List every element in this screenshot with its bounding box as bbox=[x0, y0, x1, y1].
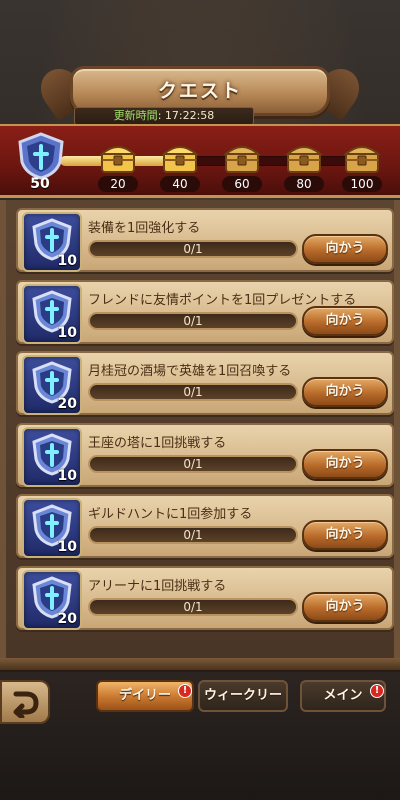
quest-progress-text: 0/1 bbox=[183, 528, 203, 542]
milestone-label-1: 40 bbox=[160, 176, 200, 192]
chest-icon bbox=[285, 146, 323, 173]
milestone-chest-4[interactable] bbox=[342, 138, 382, 176]
quest-reward-badge: 20 bbox=[22, 570, 82, 630]
quest-reward-badge: 10 bbox=[22, 498, 82, 558]
quest-progress-text: 0/1 bbox=[183, 385, 203, 399]
reward-count: 10 bbox=[57, 539, 77, 555]
quest-reward-badge: 10 bbox=[22, 284, 82, 344]
chest-icon bbox=[99, 146, 137, 173]
quest-title: アリーナに1回挑戦する bbox=[88, 579, 227, 594]
chest-icon bbox=[161, 146, 199, 173]
quest-row: 10 フレンドに友情ポイントを1回プレゼントする 0/1 向かう bbox=[16, 280, 394, 344]
quest-reward-badge: 20 bbox=[22, 355, 82, 415]
reward-count: 10 bbox=[57, 468, 77, 484]
chest-icon bbox=[343, 146, 381, 173]
go-button[interactable]: 向かう bbox=[302, 377, 388, 407]
refresh-timer: 更新時間: 17:22:58 bbox=[74, 107, 254, 125]
timer-value: : 17:22:58 bbox=[157, 109, 215, 122]
quest-progress-bar: 0/1 bbox=[88, 455, 298, 473]
go-button[interactable]: 向かう bbox=[302, 520, 388, 550]
milestone-chest-0[interactable] bbox=[98, 138, 138, 176]
quest-progress-bar: 0/1 bbox=[88, 312, 298, 330]
go-button[interactable]: 向かう bbox=[302, 449, 388, 479]
quest-progress-bar: 0/1 bbox=[88, 383, 298, 401]
quest-title: 装備を1回強化する bbox=[88, 221, 201, 236]
level-number: 50 bbox=[30, 176, 50, 192]
reward-count: 20 bbox=[57, 396, 77, 412]
quest-progress-text: 0/1 bbox=[183, 457, 203, 471]
quest-progress-bar: 0/1 bbox=[88, 526, 298, 544]
milestone-chest-2[interactable] bbox=[222, 138, 262, 176]
quest-title: 王座の塔に1回挑戦する bbox=[88, 436, 227, 451]
reward-count: 20 bbox=[57, 611, 77, 627]
milestone-label-4: 100 bbox=[342, 176, 382, 192]
alert-badge: ! bbox=[370, 684, 384, 698]
go-button[interactable]: 向かう bbox=[302, 234, 388, 264]
quest-row: 20 月桂冠の酒場で英雄を1回召喚する 0/1 向かう bbox=[16, 351, 394, 415]
quest-list: 10 装備を1回強化する 0/1 向かう 10 フレンドに友情ポイントを1回プレゼントする… bbox=[0, 200, 400, 658]
quest-progress-bar: 0/1 bbox=[88, 240, 298, 258]
level-badge bbox=[16, 132, 66, 180]
quest-row: 20 アリーナに1回挑戦する 0/1 向かう bbox=[16, 566, 394, 630]
back-button[interactable] bbox=[0, 680, 50, 724]
milestone-chest-3[interactable] bbox=[284, 138, 324, 176]
quest-row: 10 ギルドハントに1回参加する 0/1 向かう bbox=[16, 494, 394, 558]
quest-progress-text: 0/1 bbox=[183, 600, 203, 614]
milestone-label-3: 80 bbox=[284, 176, 324, 192]
shield-icon bbox=[18, 132, 64, 180]
quest-progress-text: 0/1 bbox=[183, 314, 203, 328]
tab-weekly[interactable]: ウィークリー bbox=[198, 680, 288, 712]
page-title: クエスト bbox=[157, 80, 242, 102]
bottom-ledge bbox=[0, 658, 400, 672]
chest-icon bbox=[223, 146, 261, 173]
alert-badge: ! bbox=[178, 684, 192, 698]
quest-progress-text: 0/1 bbox=[183, 242, 203, 256]
quest-progress-bar: 0/1 bbox=[88, 598, 298, 616]
quest-reward-badge: 10 bbox=[22, 427, 82, 487]
quest-title: ギルドハントに1回参加する bbox=[88, 507, 253, 522]
quest-reward-badge: 10 bbox=[22, 212, 82, 272]
quest-row: 10 王座の塔に1回挑戦する 0/1 向かう bbox=[16, 423, 394, 487]
quest-row: 10 装備を1回強化する 0/1 向かう bbox=[16, 208, 394, 272]
timer-label: 更新時間 bbox=[113, 109, 158, 122]
back-arrow-icon bbox=[13, 691, 39, 718]
milestone-chest-1[interactable] bbox=[160, 138, 200, 176]
go-button[interactable]: 向かう bbox=[302, 592, 388, 622]
go-button[interactable]: 向かう bbox=[302, 306, 388, 336]
reward-count: 10 bbox=[57, 325, 77, 341]
reward-count: 10 bbox=[57, 253, 77, 269]
milestone-label-0: 20 bbox=[98, 176, 138, 192]
milestone-label-2: 60 bbox=[222, 176, 262, 192]
quest-title: 月桂冠の酒場で英雄を1回召喚する bbox=[88, 364, 292, 379]
